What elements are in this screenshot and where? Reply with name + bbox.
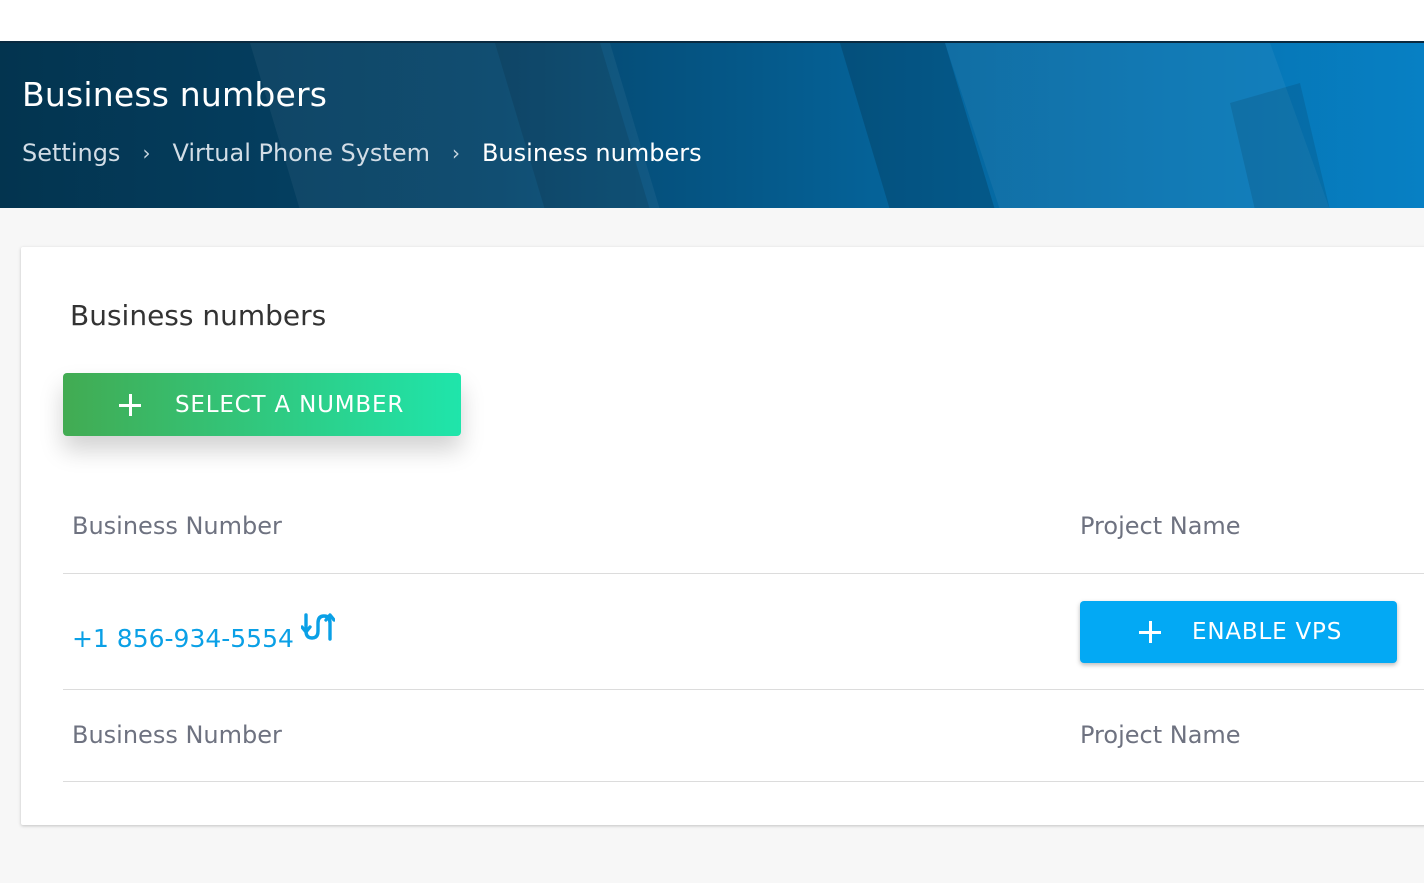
table-row: +1 856-934-5554 ENABLE VPS (63, 574, 1424, 690)
card-title: Business numbers (70, 299, 327, 332)
breadcrumb-chevron-icon: › (451, 141, 460, 165)
plus-icon (119, 393, 141, 416)
enable-vps-label: ENABLE VPS (1192, 619, 1343, 645)
plus-icon (1139, 621, 1161, 643)
select-a-number-label: SELECT A NUMBER (175, 391, 405, 418)
page-title: Business numbers (22, 75, 328, 114)
table-footer: Business Number Project Name (63, 690, 1424, 782)
page-header-banner: Business numbers Settings › Virtual Phon… (0, 41, 1424, 208)
breadcrumb-chevron-icon: › (142, 141, 151, 165)
breadcrumb-virtual-phone-system[interactable]: Virtual Phone System (172, 139, 430, 167)
breadcrumb: Settings › Virtual Phone System › Busine… (22, 139, 702, 167)
select-a-number-button[interactable]: SELECT A NUMBER (63, 373, 461, 436)
column-header-project-name[interactable]: Project Name (1080, 512, 1241, 540)
business-numbers-card: Business numbers SELECT A NUMBER Busines… (21, 247, 1424, 825)
footer-column-project-name: Project Name (1080, 721, 1241, 749)
transfer-arrows-icon[interactable] (301, 610, 335, 644)
breadcrumb-business-numbers: Business numbers (481, 139, 702, 167)
enable-vps-button[interactable]: ENABLE VPS (1080, 601, 1397, 663)
banner-background-pattern (250, 43, 1330, 208)
footer-column-business-number: Business Number (72, 721, 282, 749)
business-number-link[interactable]: +1 856-934-5554 (72, 624, 294, 653)
breadcrumb-settings[interactable]: Settings (22, 139, 120, 167)
top-bar (0, 0, 1424, 41)
table-header: Business Number Project Name (63, 482, 1424, 574)
column-header-business-number[interactable]: Business Number (72, 512, 282, 540)
